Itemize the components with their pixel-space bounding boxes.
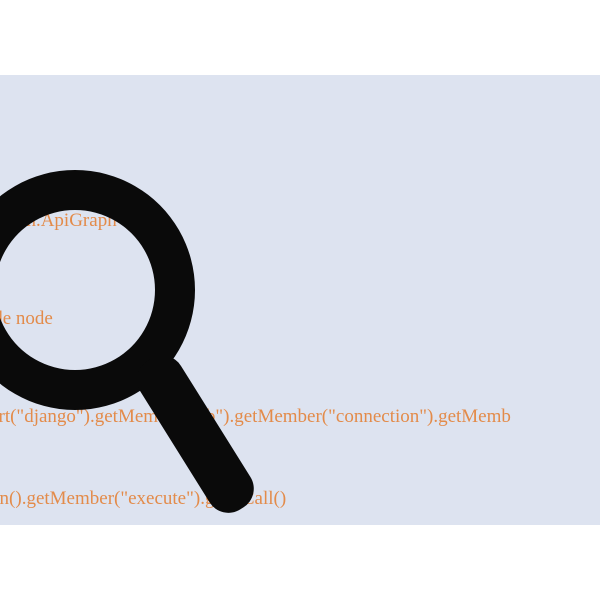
canvas: e.python.ApiGraph Node node nport("djang… bbox=[0, 0, 600, 600]
code-line: Node node bbox=[0, 306, 511, 333]
code-block: e.python.ApiGraph Node node nport("djang… bbox=[0, 155, 511, 525]
code-line: eturn().getMember("execute").getACall() bbox=[0, 486, 511, 513]
code-panel: e.python.ApiGraph Node node nport("djang… bbox=[0, 75, 600, 525]
code-line: nport("django").getMember("db").getMembe… bbox=[0, 404, 511, 431]
code-line: e.python.ApiGraph bbox=[0, 208, 511, 235]
